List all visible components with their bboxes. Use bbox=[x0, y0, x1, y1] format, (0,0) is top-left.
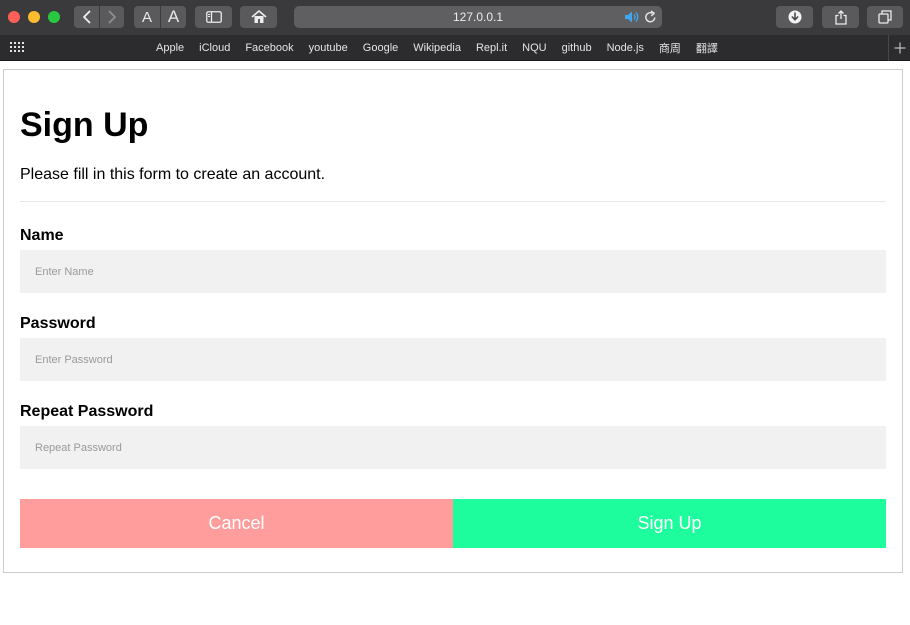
download-icon bbox=[788, 10, 801, 24]
bookmark-business-weekly[interactable]: 商周 bbox=[659, 40, 681, 56]
bookmark-nqu[interactable]: NQU bbox=[522, 42, 546, 54]
tabs-icon bbox=[878, 10, 892, 24]
bookmark-apple[interactable]: Apple bbox=[156, 42, 184, 54]
name-label: Name bbox=[20, 227, 64, 244]
bookmarks-bar: Apple iCloud Facebook youtube Google Wik… bbox=[0, 35, 910, 61]
forward-button[interactable] bbox=[99, 6, 124, 28]
back-button[interactable] bbox=[74, 6, 99, 28]
home-button[interactable] bbox=[240, 6, 277, 28]
password-label: Password bbox=[20, 315, 96, 332]
form-subtitle: Please fill in this form to create an ac… bbox=[20, 166, 326, 183]
home-icon bbox=[250, 10, 267, 23]
cancel-button[interactable]: Cancel bbox=[20, 499, 453, 548]
font-size-buttons: A A bbox=[134, 6, 186, 28]
download-button[interactable] bbox=[776, 6, 813, 28]
bookmark-icloud[interactable]: iCloud bbox=[199, 42, 230, 54]
browser-toolbar: A A 127.0.0.1 bbox=[0, 0, 910, 35]
repeat-password-input[interactable] bbox=[20, 426, 886, 469]
address-bar[interactable]: 127.0.0.1 bbox=[294, 6, 662, 28]
repeat-password-label: Repeat Password bbox=[20, 403, 154, 420]
new-tab-button[interactable] bbox=[888, 35, 910, 61]
page-viewport: Sign Up Please fill in this form to crea… bbox=[0, 62, 910, 625]
bookmark-google[interactable]: Google bbox=[363, 42, 398, 54]
zoom-window-button[interactable] bbox=[48, 11, 60, 23]
chevron-left-icon bbox=[82, 10, 90, 24]
name-input[interactable] bbox=[20, 250, 886, 293]
speaker-icon[interactable] bbox=[624, 10, 640, 24]
chevron-right-icon bbox=[108, 10, 116, 24]
bookmark-wikipedia[interactable]: Wikipedia bbox=[413, 42, 461, 54]
minimize-window-button[interactable] bbox=[28, 11, 40, 23]
bookmark-nodejs[interactable]: Node.js bbox=[607, 42, 644, 54]
reload-icon[interactable] bbox=[644, 10, 657, 24]
signup-form: Sign Up Please fill in this form to crea… bbox=[3, 69, 903, 573]
sidebar-button[interactable] bbox=[195, 6, 232, 28]
bookmark-list: Apple iCloud Facebook youtube Google Wik… bbox=[156, 35, 733, 61]
close-window-button[interactable] bbox=[8, 11, 20, 23]
divider bbox=[20, 201, 886, 202]
signup-button[interactable]: Sign Up bbox=[453, 499, 886, 548]
plus-icon bbox=[894, 42, 905, 54]
address-text: 127.0.0.1 bbox=[452, 10, 504, 24]
navigation-buttons bbox=[74, 6, 124, 28]
decrease-font-button[interactable]: A bbox=[134, 6, 160, 28]
bookmark-replit[interactable]: Repl.it bbox=[476, 42, 507, 54]
page-title: Sign Up bbox=[20, 106, 149, 144]
bookmark-translate[interactable]: 翻譯 bbox=[696, 40, 718, 56]
share-button[interactable] bbox=[822, 6, 859, 28]
bookmark-youtube[interactable]: youtube bbox=[309, 42, 348, 54]
password-input[interactable] bbox=[20, 338, 886, 381]
tabs-overview-button[interactable] bbox=[867, 6, 903, 28]
share-icon bbox=[834, 9, 847, 25]
bookmark-facebook[interactable]: Facebook bbox=[245, 42, 293, 54]
sidebar-icon bbox=[205, 11, 222, 23]
bookmark-github[interactable]: github bbox=[562, 42, 592, 54]
increase-font-button[interactable]: A bbox=[160, 6, 186, 28]
grid-icon[interactable] bbox=[10, 42, 26, 54]
